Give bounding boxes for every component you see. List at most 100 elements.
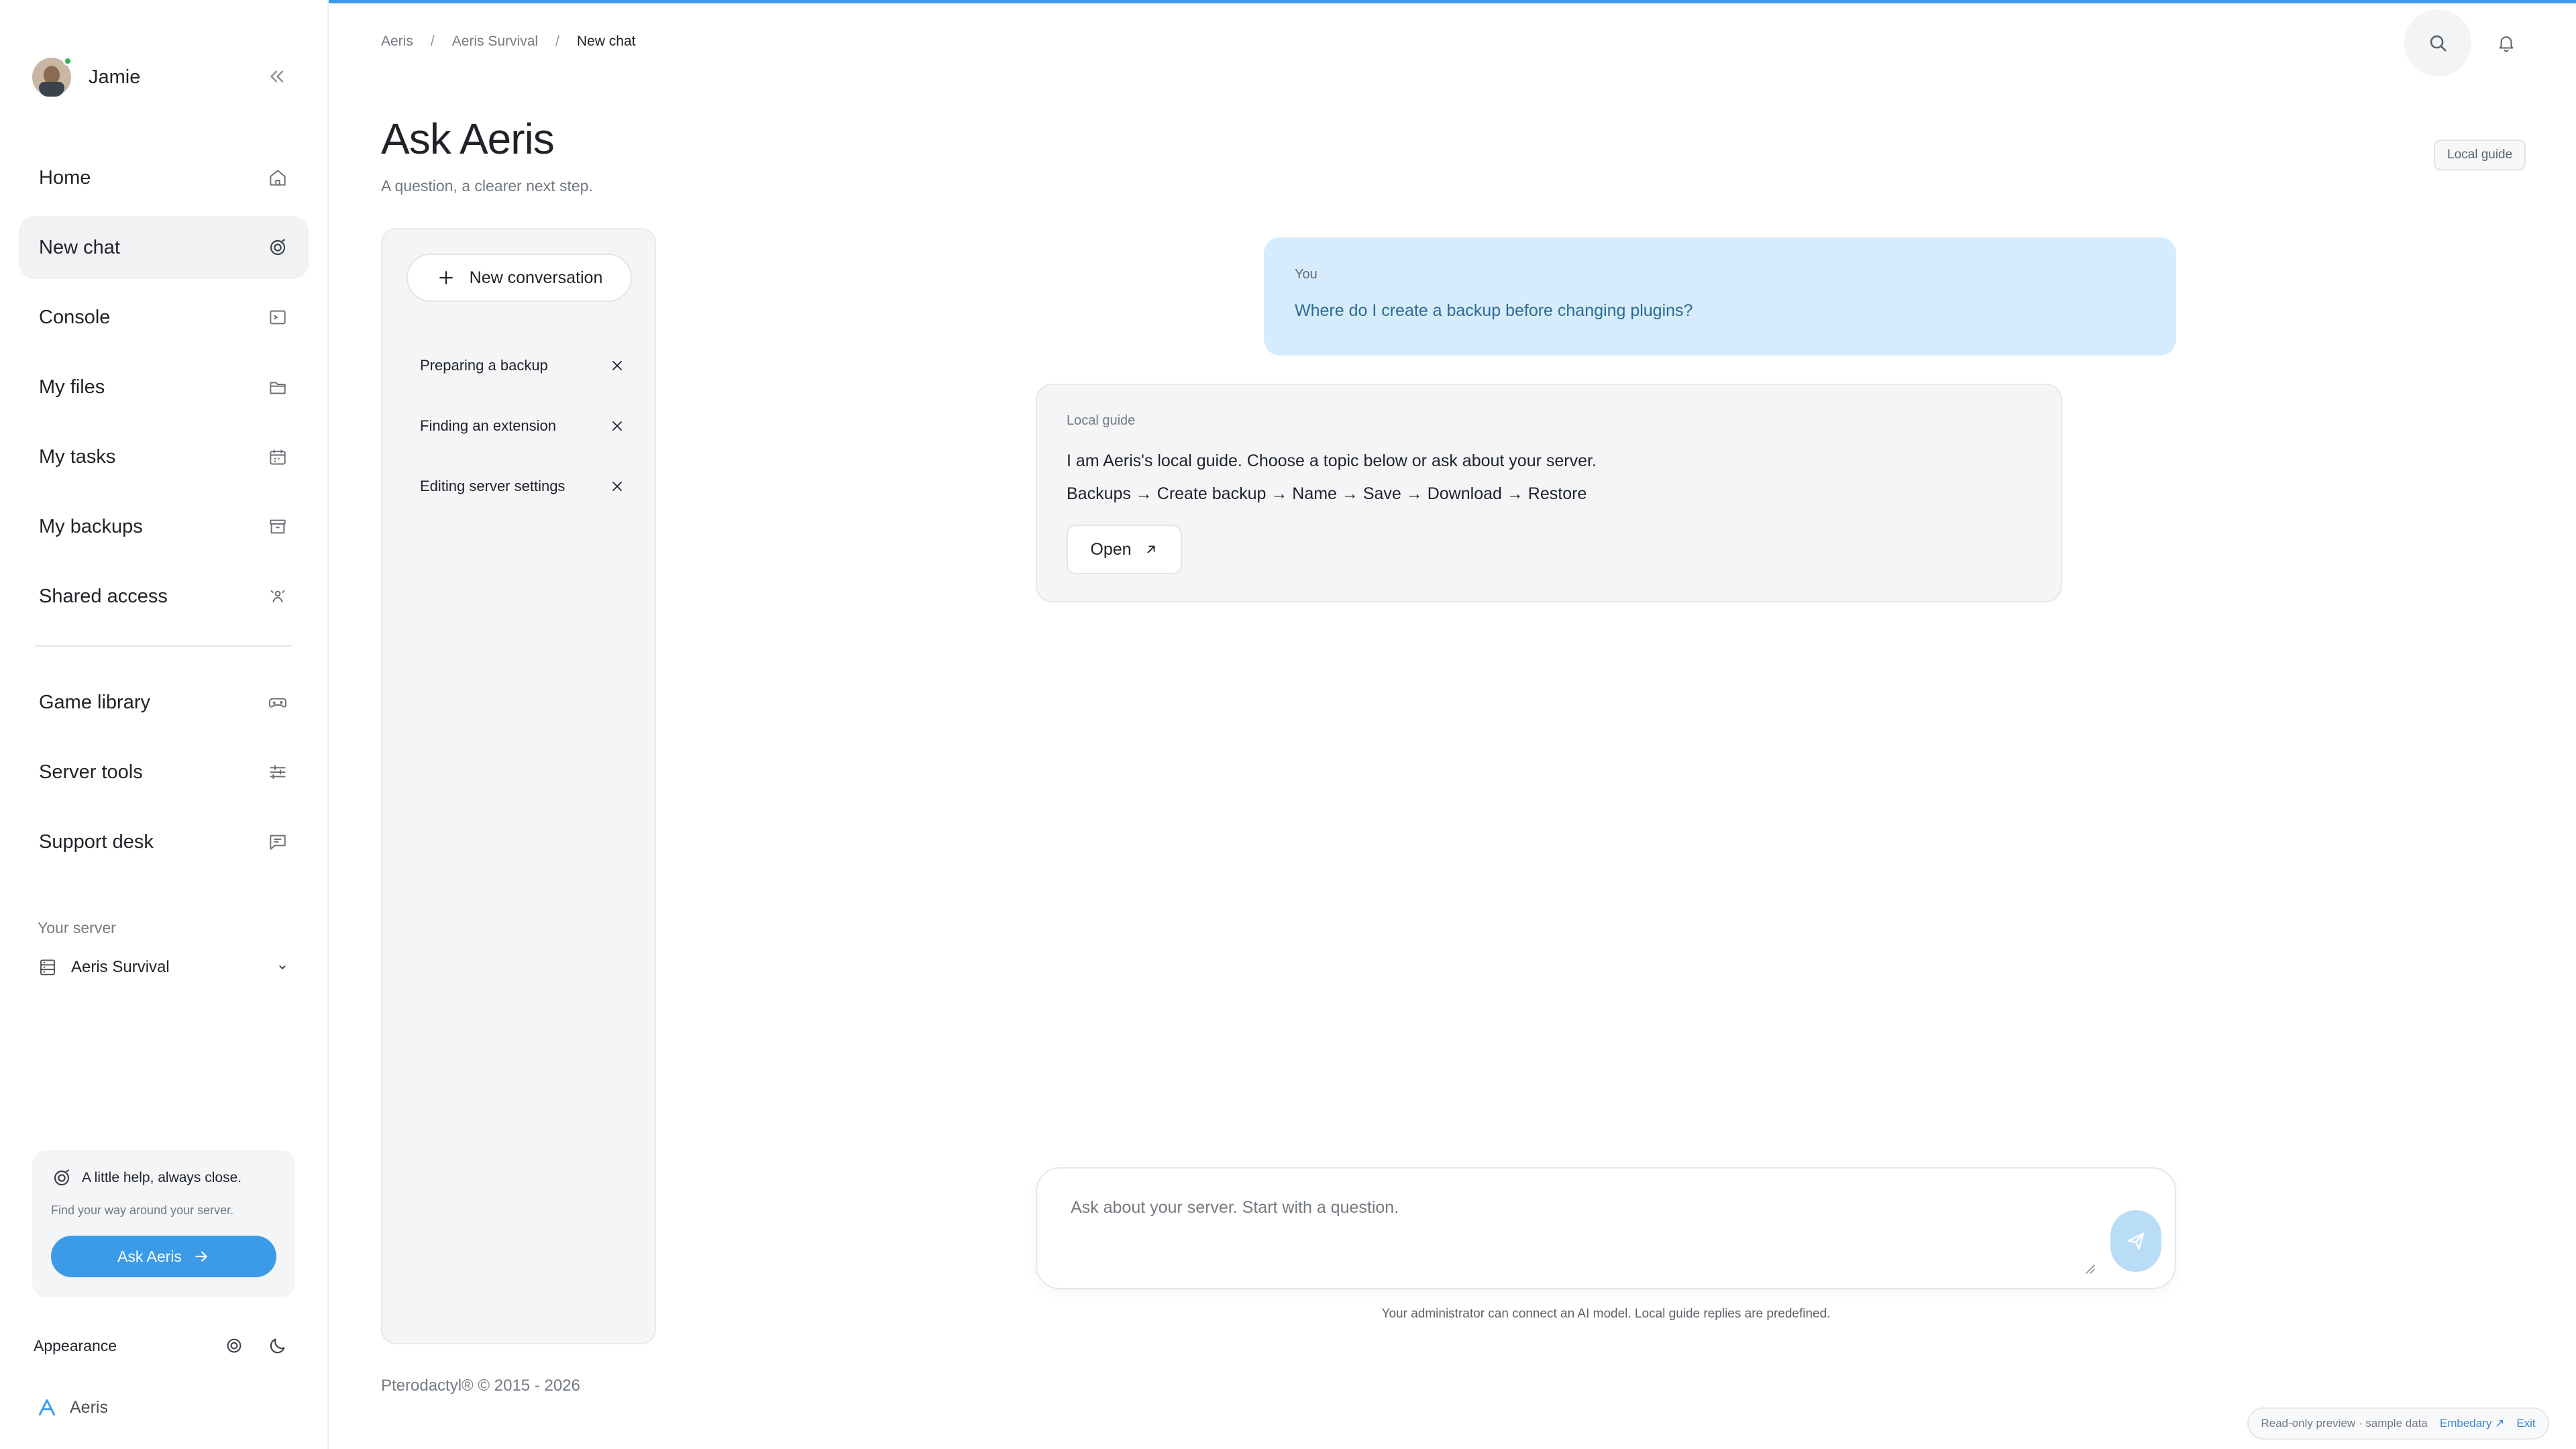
aeris-logo-icon [38, 1399, 56, 1416]
avatar [32, 56, 72, 97]
page-subtitle: A question, a clearer next step. [381, 177, 593, 195]
sidebar-item-label: Shared access [39, 585, 168, 607]
conversation-list-panel: New conversation Preparing a backup Find… [381, 228, 656, 1344]
close-icon[interactable] [609, 358, 625, 374]
nav-divider [35, 645, 292, 647]
page-title: Ask Aeris [381, 115, 555, 163]
conversation-item[interactable]: Finding an extension [420, 409, 625, 443]
theme-auto-icon[interactable] [224, 1336, 244, 1356]
exit-preview-link[interactable]: Exit [2516, 1417, 2535, 1430]
breadcrumb-current: New chat [576, 34, 636, 49]
bell-icon [2499, 36, 2514, 52]
send-button[interactable] [2110, 1210, 2161, 1272]
appearance-row: Appearance [34, 1332, 288, 1359]
home-icon [270, 170, 286, 186]
server-select[interactable]: Aeris Survival [38, 953, 290, 982]
sidebar-item-label: Support desk [39, 830, 154, 853]
message-composer [1036, 1167, 2176, 1289]
embedary-link[interactable]: Embedary ↗ [2440, 1417, 2504, 1430]
conversation-item[interactable]: Preparing a backup [420, 349, 625, 382]
open-button[interactable]: Open [1067, 525, 1182, 574]
sidebar-item-server-tools[interactable]: Server tools [19, 741, 309, 804]
send-icon [2127, 1232, 2145, 1250]
conversation-item[interactable]: Editing server settings [420, 470, 625, 503]
brand[interactable]: Aeris [36, 1397, 108, 1418]
breadcrumb-server[interactable]: Aeris Survival [452, 34, 538, 50]
guide-message: Local guide I am Aeris's local guide. Ch… [1036, 384, 2062, 602]
people-icon [270, 590, 285, 602]
conversation-title: Editing server settings [420, 478, 566, 494]
online-status-dot [63, 56, 72, 66]
brand-name: Aeris [70, 1397, 108, 1417]
sidebar-item-my-files[interactable]: My files [19, 356, 309, 419]
breadcrumb-separator: / [430, 34, 435, 49]
message-author: You [1295, 267, 1318, 282]
sidebar-item-console[interactable]: Console [19, 286, 309, 349]
ask-aeris-button[interactable]: Ask Aeris [51, 1236, 276, 1277]
message-author: Local guide [1067, 413, 1136, 428]
composer-disclaimer: Your administrator can connect an AI mod… [1381, 1307, 1831, 1321]
chat-swirl-icon [270, 239, 286, 256]
sidebar-item-shared-access[interactable]: Shared access [19, 565, 309, 628]
terminal-icon [270, 310, 286, 325]
user-profile[interactable]: Jamie [32, 55, 294, 99]
breadcrumb: Aeris / Aeris Survival / New chat [381, 34, 635, 50]
sidebar-item-label: Home [39, 166, 91, 189]
sidebar-item-my-backups[interactable]: My backups [19, 495, 309, 558]
sidebar-item-support-desk[interactable]: Support desk [19, 810, 309, 873]
help-card: A little help, always close. Find your w… [32, 1150, 295, 1297]
chat-swirl-icon [54, 1169, 70, 1186]
breadcrumb-root[interactable]: Aeris [381, 34, 413, 50]
message-text: Where do I create a backup before changi… [1295, 301, 1693, 320]
close-icon[interactable] [609, 478, 625, 494]
user-name: Jamie [89, 66, 141, 88]
sidebar-item-my-tasks[interactable]: My tasks [19, 425, 309, 488]
help-card-subtitle: Find your way around your server. [51, 1203, 234, 1217]
local-guide-badge: Local guide [2434, 140, 2526, 170]
breadcrumb-separator: / [555, 34, 559, 49]
sidebar-item-label: Console [39, 306, 111, 328]
top-accent-line [329, 0, 2576, 3]
archive-icon [270, 519, 286, 534]
resize-grip-icon[interactable] [2082, 1261, 2096, 1275]
appearance-label: Appearance [34, 1336, 117, 1354]
message-steps: Backups → Create backup → Name → Save → … [1067, 484, 1587, 503]
server-select-value: Aeris Survival [71, 958, 170, 976]
sliders-icon [270, 765, 286, 780]
sidebar-item-label: Game library [39, 691, 150, 713]
sidebar-item-label: My tasks [39, 445, 116, 468]
collapse-sidebar-icon[interactable] [264, 64, 288, 89]
sidebar-item-label: Server tools [39, 761, 143, 783]
footer-copyright: Pterodactyl® © 2015 - 2026 [381, 1377, 580, 1395]
message-input[interactable] [1071, 1198, 2077, 1265]
search-button[interactable] [2404, 9, 2471, 76]
conversation-title: Preparing a backup [420, 357, 548, 374]
sidebar-item-new-chat[interactable]: New chat [19, 216, 309, 279]
message-icon [270, 835, 286, 850]
arrow-right-icon [195, 1251, 207, 1262]
moon-icon[interactable] [267, 1335, 288, 1356]
notifications-button[interactable] [2489, 25, 2524, 60]
conversation-title: Finding an extension [420, 417, 557, 434]
sidebar-item-home[interactable]: Home [19, 146, 309, 209]
sidebar-item-game-library[interactable]: Game library [19, 671, 309, 734]
user-message: You Where do I create a backup before ch… [1264, 237, 2176, 356]
gamepad-icon [269, 698, 286, 708]
folder-icon [270, 382, 286, 394]
chevron-down-icon [279, 965, 286, 970]
sidebar-item-label: My backups [39, 515, 143, 537]
message-text: I am Aeris's local guide. Choose a topic… [1067, 451, 1597, 470]
preview-text: Read-only preview · sample data [2261, 1417, 2428, 1430]
server-icon [40, 959, 55, 975]
close-icon[interactable] [609, 418, 625, 434]
search-icon [2430, 35, 2447, 52]
help-card-title: A little help, always close. [51, 1167, 276, 1189]
sidebar-nav: Home New chat Console My files My tasks … [19, 146, 309, 880]
sidebar: Jamie Home New chat Console My files My … [0, 0, 329, 1449]
sidebar-item-label: New chat [39, 236, 120, 258]
new-conversation-button[interactable]: New conversation [407, 254, 632, 302]
sidebar-item-label: My files [39, 376, 105, 398]
plus-icon [439, 271, 453, 284]
preview-banner: Read-only preview · sample data Embedary… [2247, 1407, 2549, 1440]
server-label: Your server [38, 919, 116, 936]
